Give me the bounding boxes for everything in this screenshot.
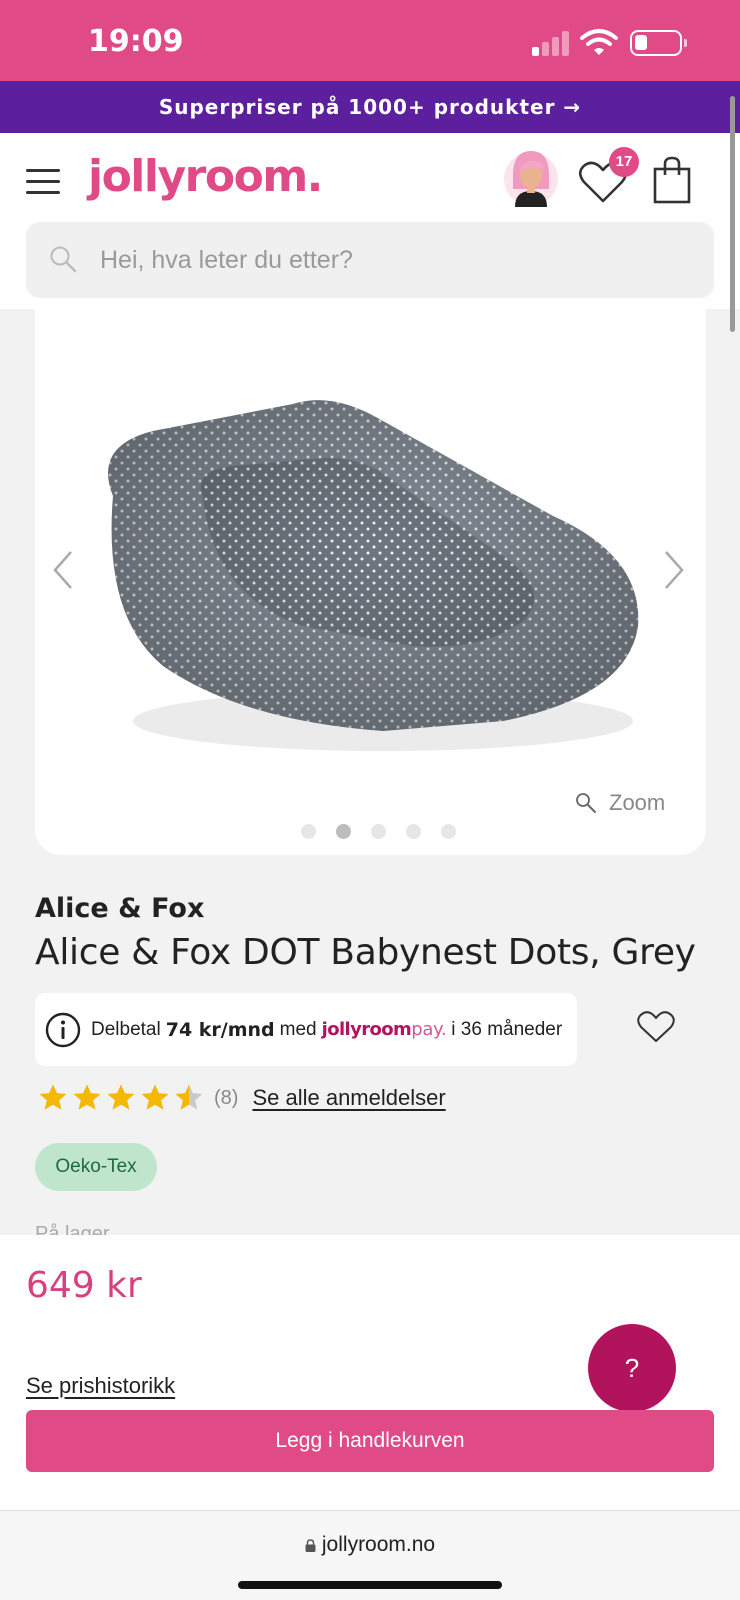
help-button[interactable]: ? <box>588 1324 676 1412</box>
star-icon <box>107 1084 135 1110</box>
installment-info[interactable]: Delbetal 74 kr/mnd med jollyroompay. i 3… <box>35 993 577 1066</box>
installment-amount: 74 kr/mnd <box>165 1018 275 1041</box>
star-icon <box>73 1084 101 1110</box>
installment-with: med <box>279 1018 317 1040</box>
product-title: Alice & Fox DOT Babynest Dots, Grey <box>35 932 696 973</box>
status-time: 19:09 <box>88 24 184 59</box>
scrollbar[interactable] <box>730 96 735 332</box>
status-bar: 19:09 <box>0 0 740 81</box>
url-display[interactable]: jollyroom.no <box>0 1533 740 1557</box>
hamburger-menu-icon[interactable] <box>26 167 62 195</box>
browser-address-bar[interactable]: jollyroom.no <box>0 1510 740 1600</box>
wifi-icon <box>580 29 618 55</box>
add-to-wishlist-heart-icon[interactable] <box>637 1010 675 1044</box>
product-rating[interactable]: (8) Se alle anmeldelser <box>38 1082 446 1114</box>
installment-prefix: Delbetal <box>91 1018 161 1040</box>
search-box[interactable] <box>26 222 714 298</box>
zoom-label: Zoom <box>609 790 666 815</box>
star-icon <box>39 1084 67 1110</box>
site-header: jollyroom. 17 <box>0 133 740 309</box>
price-history-link[interactable]: Se prishistorikk <box>26 1373 175 1399</box>
product-price: 649 kr <box>26 1265 142 1306</box>
rating-stars <box>38 1083 208 1113</box>
gallery-pagination-dots[interactable] <box>301 824 456 839</box>
gallery-dot[interactable] <box>441 824 456 839</box>
home-indicator <box>238 1581 502 1589</box>
product-image[interactable] <box>83 376 663 766</box>
signal-icon <box>532 30 572 56</box>
certification-badge: Oeko-Tex <box>35 1143 157 1191</box>
battery-icon <box>630 30 687 56</box>
see-all-reviews-link[interactable]: Se alle anmeldelser <box>252 1085 445 1111</box>
gallery-dot[interactable] <box>301 824 316 839</box>
purchase-panel: 649 kr Se prishistorikk ? Legg i handlek… <box>0 1235 740 1510</box>
product-image-gallery[interactable]: Zoom <box>35 300 706 855</box>
gallery-dot[interactable] <box>371 824 386 839</box>
next-image-arrow-icon[interactable] <box>662 550 686 590</box>
url-text: jollyroom.no <box>321 1533 436 1556</box>
star-icon <box>175 1084 203 1110</box>
lock-icon <box>305 1539 316 1552</box>
review-count: (8) <box>214 1086 239 1109</box>
wishlist-count-badge: 17 <box>609 147 639 177</box>
search-input[interactable] <box>100 222 680 298</box>
jollyroom-pay-logo: jollyroompay. <box>321 1019 447 1040</box>
star-icon <box>141 1084 169 1110</box>
installment-term: i 36 måneder <box>451 1018 563 1040</box>
promo-banner[interactable]: Superpriser på 1000+ produkter → <box>0 81 740 133</box>
stock-status: På lager <box>35 1223 110 1235</box>
zoom-button[interactable]: Zoom <box>575 788 665 818</box>
avatar[interactable] <box>503 145 559 209</box>
gallery-dot[interactable] <box>336 824 351 839</box>
previous-image-arrow-icon[interactable] <box>51 550 75 590</box>
shopping-bag-icon[interactable] <box>652 155 692 205</box>
info-icon <box>45 1012 81 1047</box>
product-brand[interactable]: Alice & Fox <box>35 893 204 924</box>
search-icon <box>50 246 77 273</box>
logo[interactable]: jollyroom. <box>88 151 323 202</box>
add-to-cart-button[interactable]: Legg i handlekurven <box>26 1410 714 1472</box>
zoom-magnifier-icon <box>576 793 596 813</box>
gallery-dot[interactable] <box>406 824 421 839</box>
